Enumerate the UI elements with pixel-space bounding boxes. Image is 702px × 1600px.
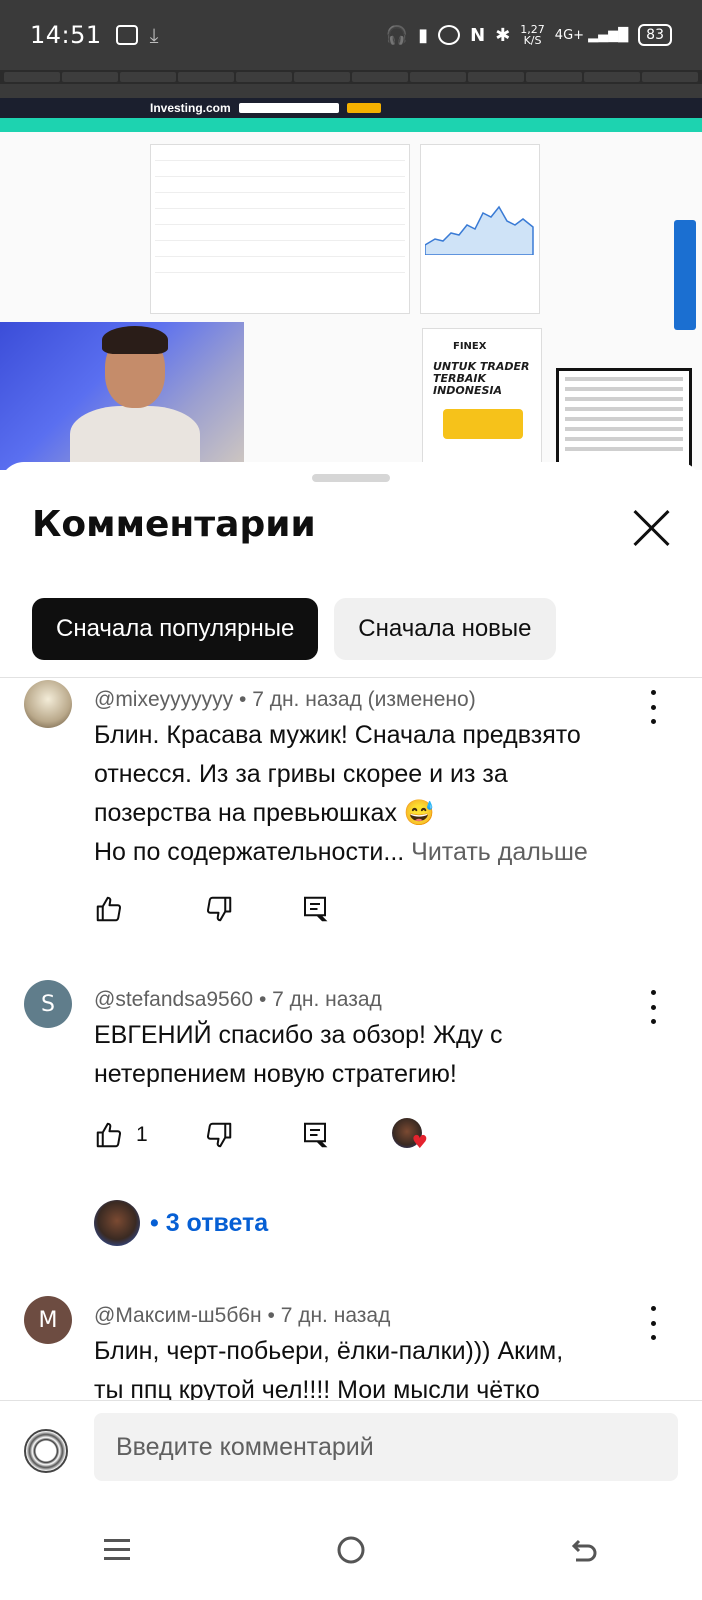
ad-brand: FINEX	[453, 341, 487, 352]
chip-sort-newest[interactable]: Сначала новые	[334, 598, 556, 660]
sort-chips: Сначала популярные Сначала новые	[32, 598, 556, 660]
comment-input[interactable]	[94, 1413, 678, 1481]
sheet-title: Комментарии	[32, 504, 316, 545]
reply-button[interactable]	[300, 1120, 330, 1150]
chip-sort-popular[interactable]: Сначала популярные	[32, 598, 319, 660]
site-banner	[0, 118, 702, 132]
commodity-chart	[420, 144, 540, 314]
ad-banner: FINEX UNTUK TRADER TERBAIK INDONESIA	[422, 328, 542, 466]
creator-heart-badge: ♥	[391, 1118, 428, 1153]
comment-text: Блин, черт-побьери, ёлки-палки))) Аким, …	[94, 1337, 564, 1400]
comment-composer	[0, 1400, 702, 1500]
clock: 14:51	[30, 21, 102, 49]
comment-text: ЕВГЕНИЙ спасибо за обзор! Жду с нетерпен…	[94, 1021, 503, 1088]
reply-icon	[303, 1122, 328, 1148]
drag-handle[interactable]	[312, 474, 390, 482]
network-speed: 1,27 K/S	[520, 23, 545, 47]
video-player[interactable]: Investing.com FINEX UNTUK TRADER TERBAIK…	[0, 70, 702, 470]
like-button[interactable]: 1	[94, 1120, 148, 1150]
reply-button[interactable]	[300, 894, 330, 924]
ad-graphic	[443, 409, 523, 439]
comment-meta: @Максим-ш5б6н • 7 дн. назад	[94, 1304, 391, 1327]
comment-author[interactable]: @mixeyyyyyyy	[94, 688, 233, 711]
headphones-icon: 🎧	[385, 24, 409, 46]
comment-actions	[94, 894, 330, 924]
comment-meta: @mixeyyyyyyy • 7 дн. назад (изменено)	[94, 688, 476, 711]
media-card-icon	[115, 25, 138, 45]
status-bar: 14:51 ⤓ 🎧 ▮ N ✱ 1,27 K/S 4G+ ▂▄▆█ 83	[0, 0, 702, 70]
side-feedback-tab	[674, 220, 696, 330]
back-icon[interactable]	[555, 1520, 615, 1580]
comment-time: 7 дн. назад	[252, 688, 362, 711]
like-button[interactable]	[94, 894, 124, 924]
comment-list[interactable]: @mixeyyyyyyy • 7 дн. назад (изменено) Бл…	[0, 678, 702, 1400]
thumb-down-icon	[206, 1122, 231, 1148]
economic-calendar-table	[150, 144, 410, 314]
reply-icon	[304, 896, 328, 922]
vibrate-icon: ▮	[418, 24, 429, 46]
avatar[interactable]: M	[24, 1296, 72, 1344]
battery-indicator: 83	[638, 24, 672, 46]
nfc-icon: N	[470, 24, 486, 46]
comments-sheet: Комментарии Сначала популярные Сначала н…	[0, 462, 702, 1600]
site-search	[238, 103, 339, 113]
like-count: 1	[136, 1123, 148, 1146]
comment-meta: @stefandsa9560 • 7 дн. назад	[94, 988, 382, 1011]
comment-edited: (изменено)	[367, 688, 476, 711]
creator-reply-avatar	[94, 1200, 140, 1246]
download-icon: ⤓	[149, 23, 159, 47]
comment-text: Блин. Красава мужик! Сначала предвзято о…	[94, 721, 588, 866]
read-more-link[interactable]: Читать дальше	[411, 838, 588, 866]
ad-text: UNTUK TRADER TERBAIK INDONESIA	[433, 360, 530, 397]
browser-address-bar	[0, 84, 702, 98]
replies-count: • 3 ответа	[150, 1208, 269, 1237]
site-logo: Investing.com	[150, 101, 231, 115]
webcam-overlay	[0, 322, 244, 470]
site-header: Investing.com	[0, 98, 702, 118]
thumb-down-icon	[206, 896, 232, 922]
thumb-up-icon	[96, 1122, 122, 1148]
home-icon[interactable]	[321, 1520, 381, 1580]
replies-toggle[interactable]: • 3 ответа	[94, 1200, 268, 1246]
comment-actions: 1 ♥	[94, 1118, 428, 1153]
dislike-button[interactable]	[204, 1120, 234, 1150]
dislike-button[interactable]	[204, 894, 234, 924]
comment-time: 7 дн. назад	[272, 988, 382, 1011]
alarm-icon	[438, 25, 461, 45]
article-preview	[556, 368, 692, 470]
heart-icon: ♥	[411, 1132, 428, 1153]
comment-author[interactable]: @Максим-ш5б6н	[94, 1304, 262, 1327]
menu-icon[interactable]	[87, 1520, 147, 1580]
close-icon[interactable]	[630, 506, 674, 550]
browser-tab-strip	[0, 70, 702, 84]
system-nav-bar	[0, 1500, 702, 1600]
chart-line	[425, 205, 534, 255]
avatar[interactable]	[24, 680, 72, 728]
thumb-up-icon	[96, 896, 122, 922]
bluetooth-icon: ✱	[495, 24, 511, 46]
signal-indicator: 4G+ ▂▄▆█	[554, 27, 629, 43]
avatar[interactable]: S	[24, 980, 72, 1028]
user-avatar	[24, 1429, 68, 1473]
comment-time: 7 дн. назад	[280, 1304, 391, 1327]
comment-author[interactable]: @stefandsa9560	[94, 988, 253, 1011]
site-button	[346, 103, 381, 113]
